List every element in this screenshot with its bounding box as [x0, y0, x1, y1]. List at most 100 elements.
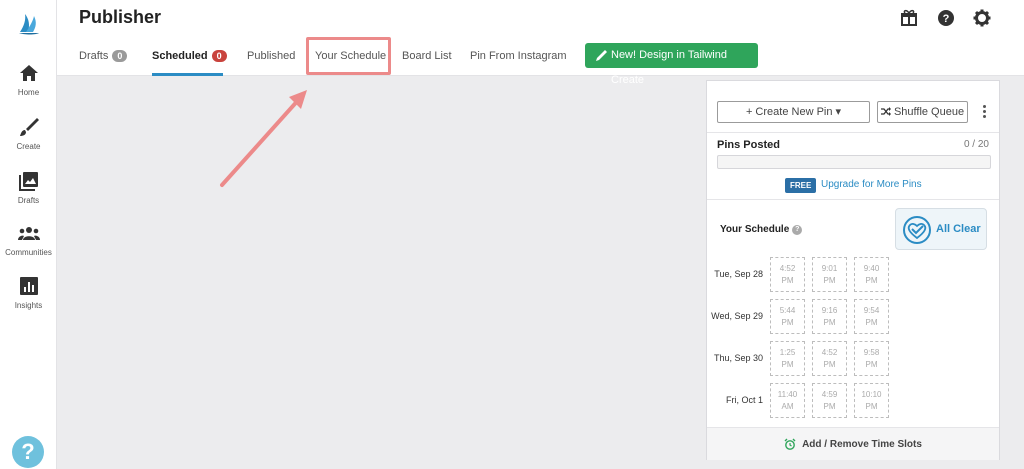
time-slot[interactable]: 9:01 PM [812, 257, 847, 292]
svg-text:?: ? [943, 13, 950, 25]
sidebar-item-drafts[interactable]: Drafts [0, 170, 57, 205]
sidebar-item-label: Create [16, 142, 41, 151]
time-slot-period: PM [781, 276, 794, 285]
time-slot-time: 9:01 [821, 264, 838, 273]
schedule-day-label: Wed, Sep 29 [711, 311, 763, 321]
time-slot[interactable]: 4:59 PM [812, 383, 847, 418]
time-slot-period: PM [823, 360, 836, 369]
sidebar-item-label: Home [17, 88, 40, 97]
time-slot-time: 9:58 [863, 348, 880, 357]
time-slot[interactable]: 1:25 PM [770, 341, 805, 376]
time-slot-period: PM [865, 318, 878, 327]
time-slot-period: PM [865, 360, 878, 369]
schedule-day-label: Tue, Sep 28 [714, 269, 763, 279]
time-slot-period: PM [865, 402, 878, 411]
tab-pin-from-instagram[interactable]: Pin From Instagram [470, 50, 567, 62]
home-icon [19, 65, 38, 81]
header: Publisher ? [57, 0, 1024, 38]
time-slot[interactable]: 11:40 AM [770, 383, 805, 418]
sidebar-item-label: Drafts [17, 196, 40, 205]
sidebar-item-create[interactable]: Create [0, 116, 57, 151]
upgrade-link[interactable]: Upgrade for More Pins [821, 179, 922, 190]
brush-icon [19, 118, 39, 136]
all-clear-label: All Clear [936, 223, 981, 235]
schedule-panel: + Create New Pin ▾ Shuffle Queue Pins Po… [706, 80, 1000, 460]
pins-posted-progress-bar [717, 155, 991, 169]
pencil-icon [596, 50, 607, 61]
free-plan-badge: FREE [785, 178, 817, 193]
time-slot[interactable]: 5:44 PM [770, 299, 805, 334]
time-slot[interactable]: 9:16 PM [812, 299, 847, 334]
insights-icon [19, 277, 38, 295]
schedule-help-icon[interactable]: ? [792, 225, 803, 235]
active-tab-indicator [152, 73, 223, 76]
time-slot[interactable]: 9:54 PM [854, 299, 889, 334]
sidebar-item-home[interactable]: Home [0, 62, 57, 97]
sidebar-item-label: Insights [14, 301, 43, 310]
time-slot[interactable]: 9:40 PM [854, 257, 889, 292]
sidebar-item-label: Communities [5, 248, 52, 257]
pins-posted-label: Pins Posted [717, 139, 780, 151]
help-button[interactable]: ? [12, 436, 44, 468]
time-slot-time: 9:16 [821, 306, 838, 315]
tailwind-logo-icon[interactable] [16, 10, 42, 36]
drafts-icon [18, 172, 38, 191]
time-slot[interactable]: 4:52 PM [770, 257, 805, 292]
heart-check-icon [903, 216, 931, 244]
scheduled-count-badge: 0 [211, 50, 227, 62]
tab-drafts[interactable]: Drafts 0 [79, 50, 128, 62]
design-in-tailwind-create-button[interactable]: New! Design in Tailwind Create [585, 43, 758, 86]
gift-icon[interactable] [900, 9, 918, 27]
time-slot-time: 11:40 [777, 390, 798, 399]
divider [707, 199, 999, 200]
your-schedule-heading: Your Schedule? [720, 224, 803, 235]
shuffle-queue-button[interactable]: Shuffle Queue [877, 101, 968, 123]
time-slot[interactable]: 4:52 PM [812, 341, 847, 376]
time-slot[interactable]: 10:10 PM [854, 383, 889, 418]
time-slot-time: 9:40 [863, 264, 880, 273]
gear-icon[interactable] [973, 9, 991, 27]
all-clear-status: All Clear [895, 208, 987, 250]
more-options-icon[interactable] [980, 103, 988, 121]
time-slot-time: 4:52 [821, 348, 838, 357]
tab-label: Drafts [79, 50, 109, 62]
time-slot-period: PM [823, 402, 836, 411]
time-slot-period: PM [781, 318, 794, 327]
time-slot-time: 5:44 [779, 306, 796, 315]
alarm-clock-icon [784, 438, 796, 450]
communities-icon [17, 227, 40, 240]
time-slot-period: PM [781, 360, 794, 369]
time-slot-period: PM [865, 276, 878, 285]
time-slot-time: 1:25 [779, 348, 796, 357]
annotation-arrow-icon [220, 90, 307, 187]
schedule-day-label: Fri, Oct 1 [725, 395, 763, 405]
time-slot-time: 4:59 [821, 390, 838, 399]
divider [707, 132, 999, 133]
pins-posted-count: 0 / 20 [963, 139, 989, 150]
tab-scheduled[interactable]: Scheduled 0 [152, 50, 227, 62]
time-slot-time: 10:10 [861, 390, 882, 399]
time-slot-period: AM [781, 402, 794, 411]
time-slot-time: 4:52 [779, 264, 796, 273]
shuffle-icon [880, 107, 891, 116]
sidebar-item-insights[interactable]: Insights [0, 275, 57, 310]
schedule-day-label: Thu, Sep 30 [713, 353, 763, 363]
time-slot[interactable]: 9:58 PM [854, 341, 889, 376]
drafts-count-badge: 0 [112, 50, 128, 62]
add-remove-label: Add / Remove Time Slots [802, 439, 922, 450]
add-remove-time-slots-button[interactable]: Add / Remove Time Slots [707, 427, 999, 460]
sidebar-item-communities[interactable]: Communities [0, 222, 57, 257]
tab-published[interactable]: Published [247, 50, 295, 62]
create-new-pin-button[interactable]: + Create New Pin ▾ [717, 101, 870, 123]
time-slot-time: 9:54 [863, 306, 880, 315]
tab-label: Scheduled [152, 50, 208, 62]
sidebar: Home Create Drafts Communities Insights … [0, 0, 57, 469]
shuffle-label: Shuffle Queue [893, 106, 965, 118]
time-slot-period: PM [823, 276, 836, 285]
tab-bar: Drafts 0 Scheduled 0 Published Your Schedu… [57, 38, 1024, 86]
tab-your-schedule[interactable]: Your Schedule [315, 50, 386, 62]
page-title: Publisher [79, 7, 162, 27]
time-slot-period: PM [823, 318, 836, 327]
help-circle-icon[interactable]: ? [937, 9, 955, 27]
tab-board-list[interactable]: Board List [402, 50, 452, 62]
